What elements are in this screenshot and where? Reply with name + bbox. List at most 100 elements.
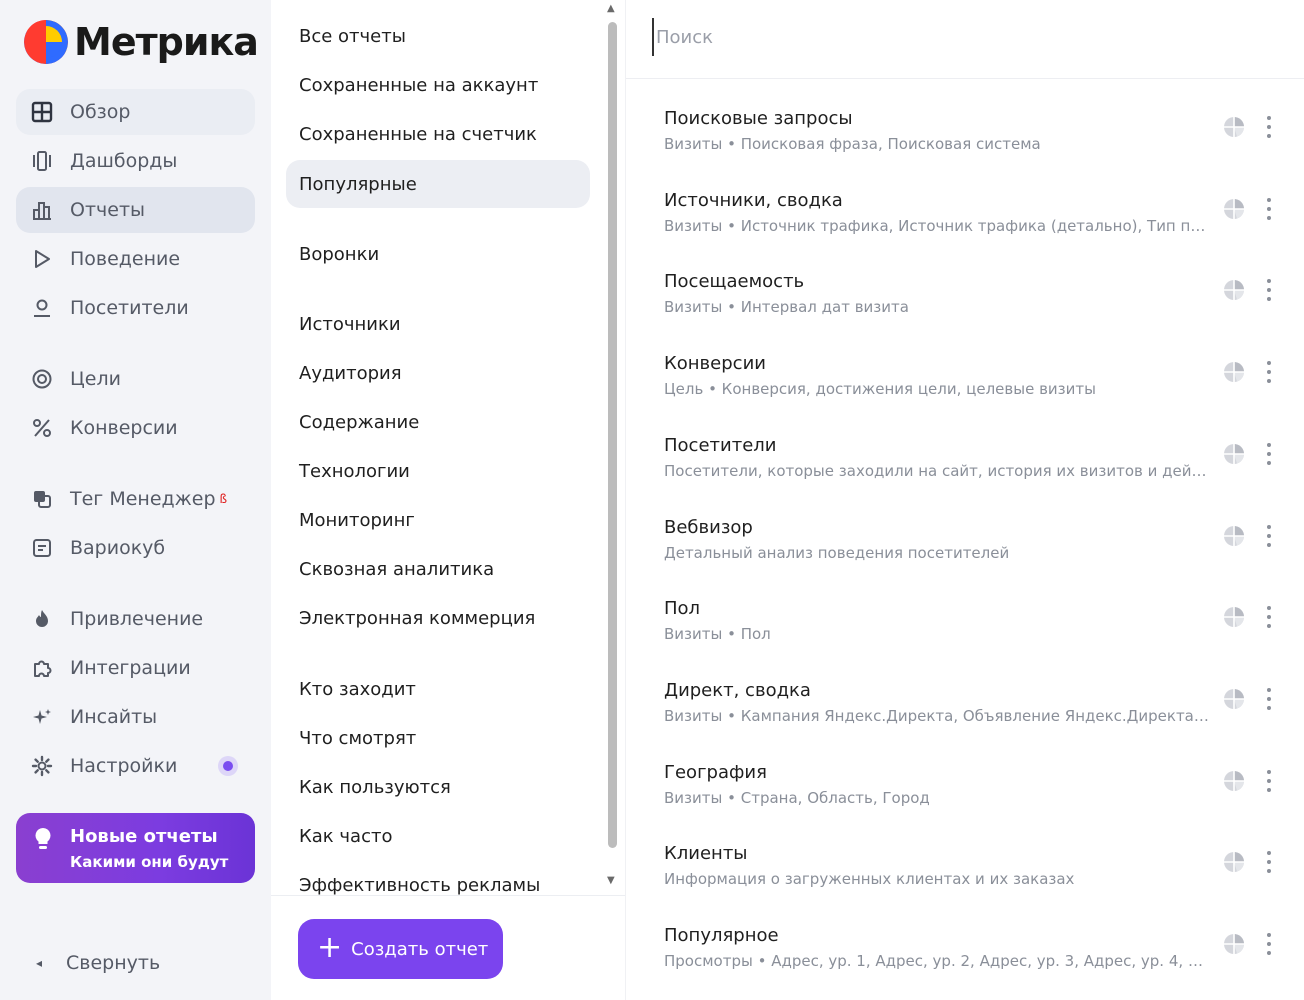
sidebar-item-insights[interactable]: Инсайты xyxy=(16,694,255,740)
category-funnels[interactable]: Воронки xyxy=(286,230,590,278)
categories-footer: + Создать отчет xyxy=(271,895,625,1000)
promo-title: Новые отчеты xyxy=(70,826,218,847)
more-options-icon[interactable] xyxy=(1262,604,1276,630)
category-label: Сохраненные на счетчик xyxy=(299,123,537,145)
category-label: Технологии xyxy=(299,460,410,482)
report-title: Посетители xyxy=(664,435,777,456)
more-options-icon[interactable] xyxy=(1262,359,1276,385)
sidebar-item-conversions[interactable]: Конверсии xyxy=(16,405,255,451)
more-options-icon[interactable] xyxy=(1262,277,1276,303)
add-to-dashboard-pie-icon[interactable] xyxy=(1223,606,1245,628)
category-how-they-use[interactable]: Как пользуются xyxy=(286,763,590,811)
category-who-visits[interactable]: Кто заходит xyxy=(286,665,590,713)
report-categories-panel: Все отчеты Сохраненные на аккаунт Сохран… xyxy=(271,0,625,1000)
sidebar-item-label: Настройки xyxy=(70,755,178,777)
category-sources[interactable]: Источники xyxy=(286,300,590,348)
report-row[interactable]: Поисковые запросы Визиты • Поисковая фраз… xyxy=(664,108,1289,178)
more-options-icon[interactable] xyxy=(1262,931,1276,957)
sidebar-item-variocube[interactable]: Вариокуб xyxy=(16,525,255,571)
more-options-icon[interactable] xyxy=(1262,686,1276,712)
report-title: Клиенты xyxy=(664,843,748,864)
add-to-dashboard-pie-icon[interactable] xyxy=(1223,525,1245,547)
report-row[interactable]: Посещаемость Визиты • Интервал дат визита xyxy=(664,271,1289,341)
scrollbar[interactable]: ▲ ▼ xyxy=(604,0,620,895)
add-to-dashboard-pie-icon[interactable] xyxy=(1223,198,1245,220)
report-title: Директ, сводка xyxy=(664,680,811,701)
sidebar-item-visitors[interactable]: Посетители xyxy=(16,285,255,331)
add-to-dashboard-pie-icon[interactable] xyxy=(1223,443,1245,465)
report-row[interactable]: Клиенты Информация о загруженных клиентах… xyxy=(664,843,1289,913)
tag-manager-icon xyxy=(31,488,53,510)
category-saved-counter[interactable]: Сохраненные на счетчик xyxy=(286,110,590,158)
scroll-down-arrow-icon[interactable]: ▼ xyxy=(607,875,615,886)
category-audience[interactable]: Аудитория xyxy=(286,349,590,397)
more-options-icon[interactable] xyxy=(1262,849,1276,875)
more-options-icon[interactable] xyxy=(1262,114,1276,140)
create-report-button[interactable]: + Создать отчет xyxy=(298,919,503,979)
collapse-sidebar-button[interactable]: ◂ Свернуть xyxy=(36,952,160,974)
play-icon xyxy=(31,248,53,270)
new-reports-promo[interactable]: Новые отчеты Какими они будут xyxy=(16,813,255,883)
variocube-icon xyxy=(31,537,53,559)
sidebar-item-label: Инсайты xyxy=(70,706,158,728)
sidebar-item-goals[interactable]: Цели xyxy=(16,356,255,402)
category-technologies[interactable]: Технологии xyxy=(286,447,590,495)
category-saved-account[interactable]: Сохраненные на аккаунт xyxy=(286,61,590,109)
report-row[interactable]: Конверсии Цель • Конверсия, достижения це… xyxy=(664,353,1289,423)
sidebar-item-label: Отчеты xyxy=(70,199,146,221)
category-end-to-end-analytics[interactable]: Сквозная аналитика xyxy=(286,545,590,593)
report-description: Информация о загруженных клиентах и их з… xyxy=(664,870,1075,888)
report-row[interactable]: Директ, сводка Визиты • Кампания Яндекс.Д… xyxy=(664,680,1289,750)
category-content[interactable]: Содержание xyxy=(286,398,590,446)
sidebar-item-behavior[interactable]: Поведение xyxy=(16,236,255,282)
category-label: Сквозная аналитика xyxy=(299,558,495,580)
category-monitoring[interactable]: Мониторинг xyxy=(286,496,590,544)
add-to-dashboard-pie-icon[interactable] xyxy=(1223,688,1245,710)
category-ecommerce[interactable]: Электронная коммерция xyxy=(286,594,590,642)
category-label: Как часто xyxy=(299,825,393,847)
report-row[interactable]: Источники, сводка Визиты • Источник трафи… xyxy=(664,190,1289,260)
sidebar-item-reports[interactable]: Отчеты xyxy=(16,187,255,233)
target-icon xyxy=(31,368,53,390)
sidebar-item-overview[interactable]: Обзор xyxy=(16,89,255,135)
sidebar-item-dashboards[interactable]: Дашборды xyxy=(16,138,255,184)
scroll-up-arrow-icon[interactable]: ▲ xyxy=(607,3,615,14)
more-options-icon[interactable] xyxy=(1262,196,1276,222)
add-to-dashboard-pie-icon[interactable] xyxy=(1223,116,1245,138)
add-to-dashboard-pie-icon[interactable] xyxy=(1223,279,1245,301)
category-all-reports[interactable]: Все отчеты xyxy=(286,12,590,60)
category-what-they-view[interactable]: Что смотрят xyxy=(286,714,590,762)
report-title: География xyxy=(664,762,767,783)
report-row[interactable]: География Визиты • Страна, Область, Город xyxy=(664,762,1289,832)
report-row[interactable]: Вебвизор Детальный анализ поведения посет… xyxy=(664,517,1289,587)
sparkles-icon xyxy=(31,706,53,728)
report-description: Визиты • Источник трафика, Источник траф… xyxy=(664,217,1212,235)
category-popular[interactable]: Популярные xyxy=(286,160,590,208)
more-options-icon[interactable] xyxy=(1262,441,1276,467)
report-description: Визиты • Страна, Область, Город xyxy=(664,789,930,807)
sidebar-item-tag-manager[interactable]: Тег Менеджер ß xyxy=(16,476,255,522)
category-label: Источники xyxy=(299,313,401,335)
scrollbar-thumb[interactable] xyxy=(608,22,617,848)
more-options-icon[interactable] xyxy=(1262,523,1276,549)
sidebar-item-acquisition[interactable]: Привлечение xyxy=(16,596,255,642)
sidebar-item-settings[interactable]: Настройки xyxy=(16,743,255,789)
add-to-dashboard-pie-icon[interactable] xyxy=(1223,770,1245,792)
sidebar-item-integrations[interactable]: Интеграции xyxy=(16,645,255,691)
search-input[interactable] xyxy=(652,18,1272,56)
add-to-dashboard-pie-icon[interactable] xyxy=(1223,851,1245,873)
more-options-icon[interactable] xyxy=(1262,768,1276,794)
category-label: Сохраненные на аккаунт xyxy=(299,74,539,96)
report-row[interactable]: Пол Визиты • Пол xyxy=(664,598,1289,668)
logo[interactable]: Метрика xyxy=(24,18,259,66)
report-row[interactable]: Популярное Просмотры • Адрес, ур. 1, Адре… xyxy=(664,925,1289,995)
report-title: Источники, сводка xyxy=(664,190,843,211)
add-to-dashboard-pie-icon[interactable] xyxy=(1223,933,1245,955)
category-how-often[interactable]: Как часто xyxy=(286,812,590,860)
category-label: Мониторинг xyxy=(299,509,415,531)
report-row[interactable]: Посетители Посетители, которые заходили н… xyxy=(664,435,1289,505)
category-label: Воронки xyxy=(299,243,380,265)
add-to-dashboard-pie-icon[interactable] xyxy=(1223,361,1245,383)
sidebar-item-label: Обзор xyxy=(70,101,131,123)
collapse-label: Свернуть xyxy=(66,952,161,974)
